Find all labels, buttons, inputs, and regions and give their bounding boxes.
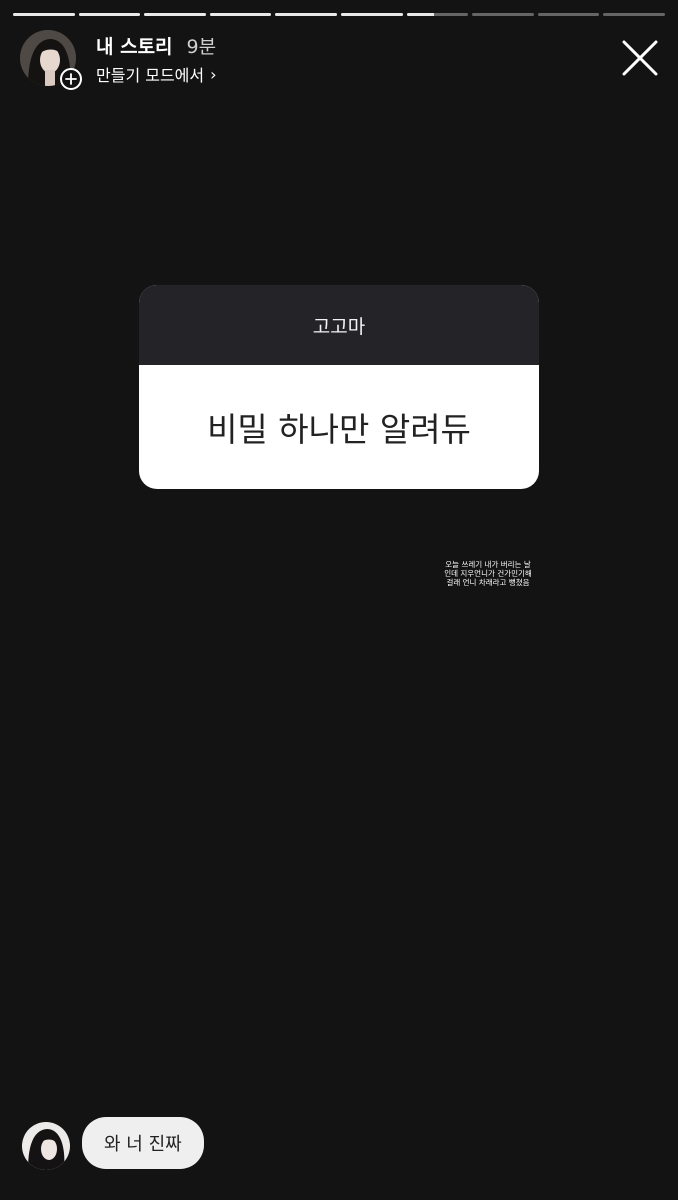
progress-segment-fill [340, 13, 403, 16]
caption-line: 걸래 언니 차래라고 뻥쳤음 [446, 578, 530, 587]
caption-line: 인데 지우언니가 건가민기해 [444, 569, 532, 578]
close-icon [622, 40, 658, 76]
question-sticker[interactable]: 고고마 비밀 하나만 알려듀 [139, 285, 539, 489]
story-progress-bar [13, 13, 665, 17]
avatar [22, 1122, 70, 1170]
story-owner-title: 내 스토리 [96, 36, 173, 58]
progress-segment [406, 13, 469, 16]
reply-message-bubble: 와 너 진짜 [82, 1117, 204, 1169]
story-header: 내 스토리 9분 만들기 모드에서 › [20, 30, 660, 90]
story-viewer: 내 스토리 9분 만들기 모드에서 › 고고마 비밀 하나만 알려듀 오늘 쓰레… [0, 0, 678, 1200]
progress-segment [78, 13, 141, 16]
story-caption-text: 오늘 쓰레기 내가 버리는 날 인데 지우언니가 건가민기해 걸래 언니 차래라… [438, 560, 538, 587]
progress-segment [603, 13, 665, 16]
progress-segment [275, 13, 337, 16]
close-button[interactable] [620, 38, 660, 78]
progress-segment [144, 13, 206, 16]
progress-segment-fill [13, 13, 75, 16]
progress-segment [209, 13, 272, 16]
caption-line: 오늘 쓰레기 내가 버리는 날 [445, 560, 531, 569]
chevron-right-icon: › [210, 64, 217, 84]
progress-segment-fill [78, 13, 141, 16]
plus-circle-icon[interactable] [60, 68, 82, 90]
progress-segment [537, 13, 600, 16]
reply-avatar-photo [22, 1122, 70, 1170]
question-text: 비밀 하나만 알려듀 [207, 410, 471, 449]
progress-segment-fill [144, 13, 206, 16]
progress-segment-fill [209, 13, 272, 16]
create-mode-label: 만들기 모드에서 [96, 66, 205, 85]
progress-segment-fill [406, 13, 435, 16]
reply-preview[interactable]: 와 너 진짜 [22, 1117, 204, 1170]
progress-segment [472, 13, 534, 16]
progress-segment-fill [275, 13, 337, 16]
story-timestamp: 9분 [186, 36, 217, 58]
question-asker: 고고마 [139, 285, 539, 365]
profile-avatar-button[interactable] [20, 30, 82, 90]
progress-segment [340, 13, 403, 16]
progress-segment [13, 13, 75, 16]
create-mode-link[interactable]: 만들기 모드에서 › [96, 62, 217, 86]
story-title-row: 내 스토리 9분 [96, 32, 216, 59]
